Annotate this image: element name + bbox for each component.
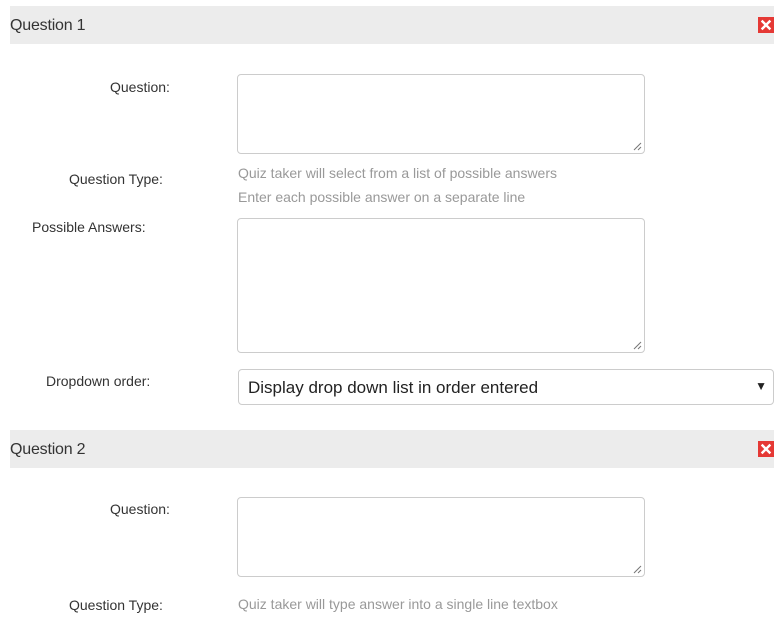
question-label: Question: [110, 501, 170, 517]
dropdown-order-label: Dropdown order: [46, 373, 151, 389]
question-2-textarea[interactable] [237, 497, 645, 577]
question-1-textarea[interactable] [237, 74, 645, 154]
question-panel-1: Question 1 Question: Quiz taker will sel… [10, 0, 774, 412]
question-1-title: Question 1 [10, 17, 86, 34]
resize-grip-icon[interactable] [633, 565, 642, 574]
resize-grip-icon[interactable] [633, 142, 642, 151]
possible-answers-textarea[interactable] [237, 218, 645, 353]
question-type-help: Quiz taker will select from a list of po… [238, 165, 557, 181]
question-type-help: Quiz taker will type answer into a singl… [238, 596, 558, 612]
question-type-label: Question Type: [69, 597, 163, 613]
question-2-title: Question 2 [10, 441, 86, 458]
possible-answers-label: Possible Answers: [32, 219, 146, 235]
close-icon [760, 19, 772, 31]
dropdown-order-value: Display drop down list in order entered [248, 378, 539, 397]
question-1-header: Question 1 [10, 6, 774, 44]
close-icon [760, 443, 772, 455]
resize-grip-icon[interactable] [633, 341, 642, 350]
question-type-label: Question Type: [69, 171, 163, 187]
caret-down-icon: ▼ [755, 379, 767, 393]
answers-help: Enter each possible answer on a separate… [238, 189, 526, 205]
delete-question-1-button[interactable] [758, 17, 774, 33]
question-panel-2: Question 2 Question: Question Type: Quiz… [10, 430, 774, 620]
question-2-header: Question 2 [10, 430, 774, 468]
dropdown-order-select[interactable]: Display drop down list in order entered … [238, 369, 774, 405]
question-label: Question: [110, 79, 170, 95]
delete-question-2-button[interactable] [758, 441, 774, 457]
